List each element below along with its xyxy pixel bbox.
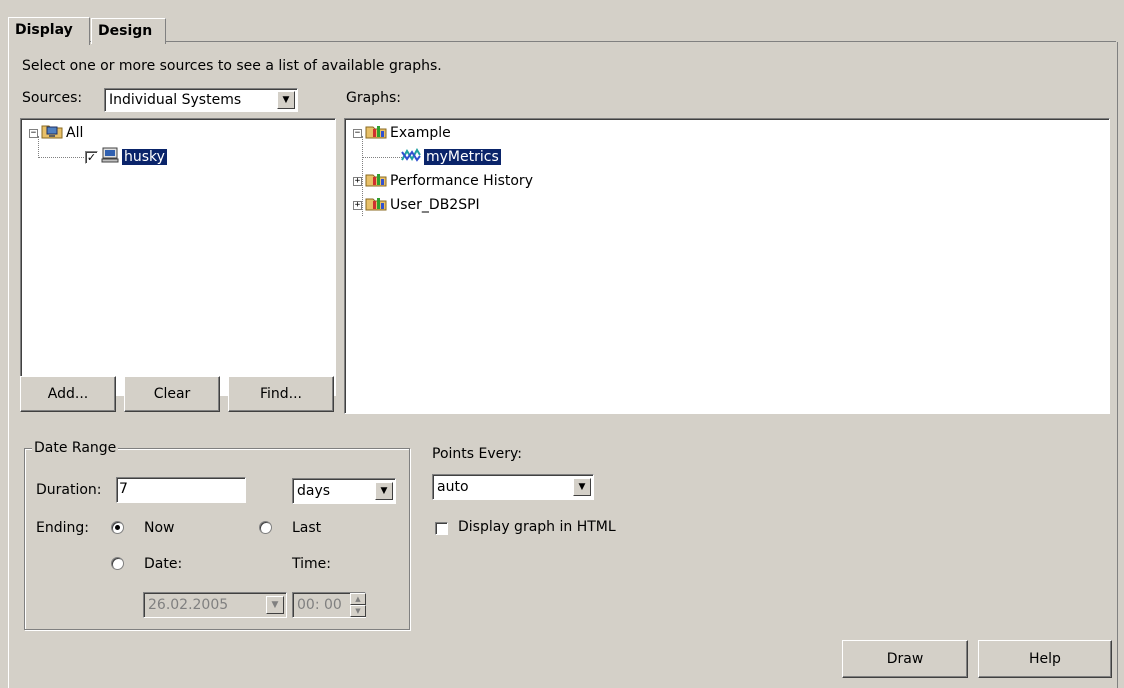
- instruction-text: Select one or more sources to see a list…: [22, 58, 442, 74]
- tree-node-all[interactable]: − All: [29, 123, 83, 143]
- tab-display[interactable]: Display: [8, 17, 90, 45]
- spin-down-icon[interactable]: ▼: [350, 605, 366, 617]
- graph-group-performance-history-label: Performance History: [390, 173, 533, 189]
- computer-icon: [101, 147, 119, 167]
- graph-group-performance-history[interactable]: + Performance History: [353, 171, 533, 191]
- date-picker-value: 26.02.2005: [148, 597, 229, 613]
- chevron-down-icon[interactable]: ▼: [277, 91, 295, 109]
- points-every-label: Points Every:: [432, 446, 522, 462]
- draw-button[interactable]: Draw: [842, 640, 968, 678]
- date-label: Date:: [144, 556, 183, 572]
- graph-group-example[interactable]: − Example: [353, 123, 451, 143]
- date-range-legend: Date Range: [32, 440, 119, 456]
- collapse-icon[interactable]: −: [29, 128, 38, 138]
- husky-checkbox[interactable]: ✓: [85, 150, 98, 164]
- chevron-down-icon[interactable]: ▼: [573, 478, 591, 496]
- chart-folder-icon: [365, 123, 387, 143]
- help-button[interactable]: Help: [978, 640, 1112, 678]
- sources-label: Sources:: [22, 90, 83, 106]
- duration-input[interactable]: 7: [116, 477, 246, 503]
- time-spinner-buttons[interactable]: ▲ ▼: [350, 593, 366, 617]
- now-label: Now: [144, 520, 175, 536]
- sources-select[interactable]: Individual Systems ▼: [104, 88, 298, 112]
- date-radio[interactable]: [111, 557, 124, 570]
- folder-computer-icon: [41, 123, 63, 143]
- date-picker[interactable]: 26.02.2005 ▼: [143, 592, 287, 618]
- chart-folder-icon: [365, 171, 387, 191]
- tree-node-husky[interactable]: ✓ husky: [85, 147, 167, 167]
- graph-group-user-db2spi[interactable]: + User_DB2SPI: [353, 195, 480, 215]
- last-label: Last: [292, 520, 322, 536]
- graph-group-user-db2spi-label: User_DB2SPI: [390, 197, 480, 213]
- display-html-checkbox[interactable]: [435, 522, 448, 535]
- expand-icon[interactable]: +: [353, 200, 362, 210]
- last-radio[interactable]: [259, 521, 272, 534]
- graphs-tree[interactable]: − Example myMetrics + Performance Histor…: [344, 118, 1110, 414]
- sources-select-value: Individual Systems: [109, 92, 242, 108]
- find-button[interactable]: Find...: [228, 376, 334, 412]
- display-html-label: Display graph in HTML: [458, 519, 616, 535]
- sources-tree[interactable]: − All ✓ husky: [20, 118, 336, 396]
- points-every-value: auto: [437, 479, 469, 495]
- graphs-label: Graphs:: [346, 90, 401, 106]
- duration-unit-value: days: [297, 483, 331, 499]
- tree-node-all-label: All: [66, 125, 84, 141]
- tab-strip: Display Design: [8, 8, 1116, 45]
- graph-item-mymetrics[interactable]: myMetrics: [401, 147, 501, 167]
- add-button[interactable]: Add...: [20, 376, 116, 412]
- now-radio[interactable]: [111, 521, 124, 534]
- graph-item-mymetrics-label: myMetrics: [424, 149, 501, 165]
- chevron-down-icon[interactable]: ▼: [266, 596, 284, 614]
- line-graph-icon: [401, 147, 421, 167]
- time-label: Time:: [292, 556, 331, 572]
- chart-folder-icon: [365, 195, 387, 215]
- points-every-select[interactable]: auto ▼: [432, 474, 594, 500]
- tree-node-husky-label: husky: [122, 149, 167, 165]
- graph-group-example-label: Example: [390, 125, 451, 141]
- spin-up-icon[interactable]: ▲: [350, 593, 366, 605]
- ending-label: Ending:: [36, 520, 89, 536]
- collapse-icon[interactable]: −: [353, 128, 362, 138]
- duration-unit-select[interactable]: days ▼: [292, 478, 396, 504]
- chevron-down-icon[interactable]: ▼: [375, 482, 393, 500]
- clear-button[interactable]: Clear: [124, 376, 220, 412]
- expand-icon[interactable]: +: [353, 176, 362, 186]
- tab-design[interactable]: Design: [91, 18, 166, 44]
- duration-label: Duration:: [36, 482, 102, 498]
